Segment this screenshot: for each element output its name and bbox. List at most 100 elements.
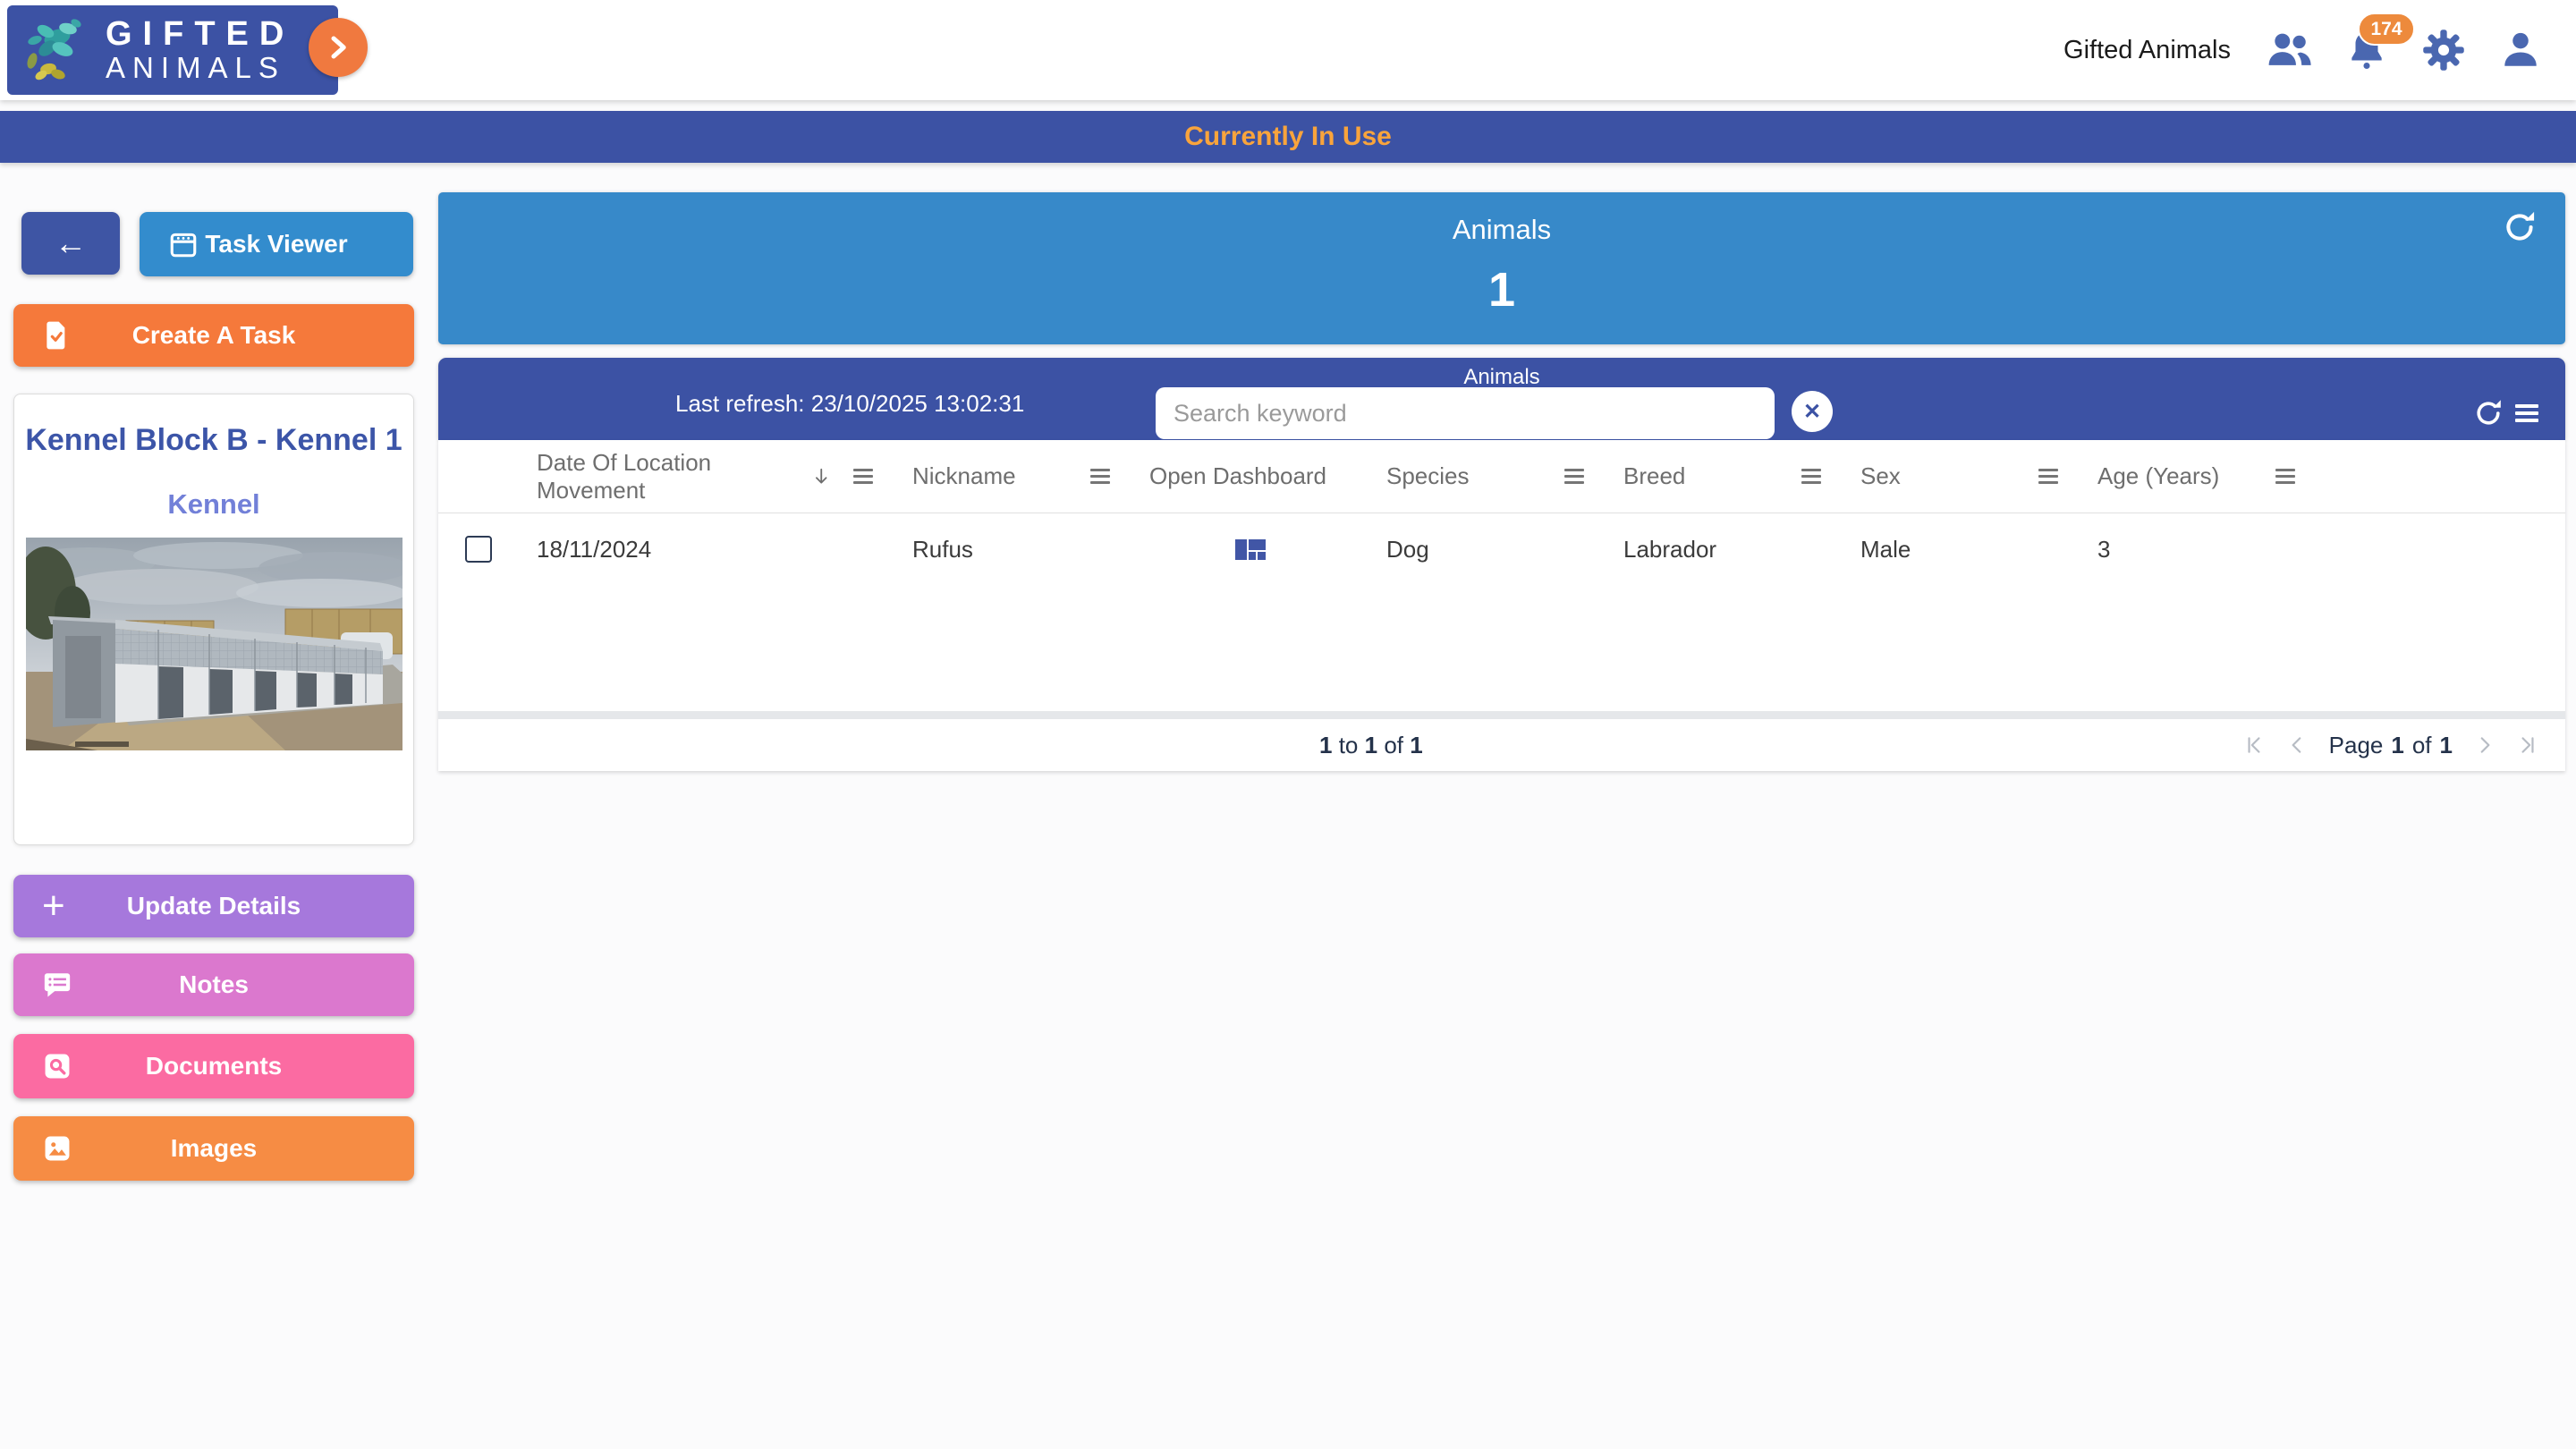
app-logo: GIFTED ANIMALS — [7, 5, 338, 95]
calendar-icon — [168, 229, 199, 259]
grid-refresh-button[interactable] — [2472, 397, 2504, 429]
create-task-label: Create A Task — [132, 321, 296, 350]
column-label: Breed — [1623, 462, 1685, 490]
last-refresh-label: Last refresh: 23/10/2025 13:02:31 — [675, 390, 1024, 418]
settings-gear-icon[interactable] — [2420, 27, 2467, 73]
grid-header-row: Date Of Location Movement Nickname Open … — [438, 440, 2565, 513]
update-details-button[interactable]: + Update Details — [13, 875, 414, 937]
page-total: 1 — [2440, 732, 2453, 759]
people-icon[interactable] — [2267, 27, 2313, 73]
documents-button[interactable]: Documents — [13, 1034, 414, 1098]
horizontal-scrollbar[interactable] — [438, 711, 2565, 719]
grid-toolbar: Animals Last refresh: 23/10/2025 13:02:3… — [438, 358, 2565, 440]
kennel-card-subtitle: Kennel — [14, 488, 413, 521]
column-header-date[interactable]: Date Of Location Movement — [519, 440, 894, 513]
notes-button[interactable]: Notes — [13, 953, 414, 1016]
previous-page-button[interactable] — [2286, 734, 2308, 756]
logo-text-line2: ANIMALS — [106, 53, 294, 84]
sort-desc-icon — [810, 464, 832, 488]
refresh-icon — [2501, 208, 2538, 246]
grid-title: Animals — [438, 365, 2565, 390]
refresh-icon — [2472, 397, 2504, 429]
column-header-species[interactable]: Species — [1368, 440, 1606, 513]
cell-sex: Male — [1843, 513, 2080, 585]
task-document-icon — [42, 319, 71, 352]
page-number: 1 — [2391, 732, 2403, 759]
notes-label: Notes — [179, 970, 249, 999]
cell-nickname: Rufus — [894, 513, 1131, 585]
column-header-age[interactable]: Age (Years) — [2080, 440, 2317, 513]
cell-date: 18/11/2024 — [519, 513, 894, 585]
column-label: Open Dashboard — [1149, 462, 1326, 490]
animals-grid: Date Of Location Movement Nickname Open … — [438, 440, 2565, 771]
last-page-button[interactable] — [2517, 734, 2538, 756]
row-summary: 1 to 1 of 1 — [1319, 732, 1423, 759]
pagination-bar: 1 to 1 of 1 Page 1 of 1 — [438, 721, 2565, 769]
images-button[interactable]: Images — [13, 1116, 414, 1181]
column-menu-icon[interactable] — [1564, 469, 1584, 484]
column-header-nickname[interactable]: Nickname — [894, 440, 1131, 513]
back-arrow-icon: ← — [55, 225, 87, 262]
cell-breed: Labrador — [1606, 513, 1843, 585]
row-checkbox[interactable] — [465, 536, 492, 563]
summary-to-word: to — [1339, 732, 1359, 758]
summary-to: 1 — [1365, 732, 1377, 758]
next-page-button[interactable] — [2474, 734, 2496, 756]
panel-refresh-button[interactable] — [2501, 208, 2538, 249]
notes-chat-icon — [42, 970, 72, 1000]
kennel-card: Kennel Block B - Kennel 1 Kennel — [13, 394, 414, 845]
cell-species: Dog — [1368, 513, 1606, 585]
kennel-photo — [26, 538, 402, 750]
cell-age: 3 — [2080, 513, 2317, 585]
app-header: GIFTED ANIMALS Gifted Animals 174 — [0, 0, 2576, 100]
column-header-open-dashboard[interactable]: Open Dashboard — [1131, 440, 1368, 513]
header-filler-cell — [2317, 440, 2565, 513]
column-label: Age (Years) — [2097, 462, 2219, 490]
summary-from: 1 — [1319, 732, 1332, 758]
first-page-button[interactable] — [2243, 734, 2265, 756]
sidebar-expand-button[interactable] — [309, 18, 368, 77]
create-task-button[interactable]: Create A Task — [13, 304, 414, 367]
animals-panel-title: Animals — [438, 214, 2565, 246]
column-menu-icon[interactable] — [2275, 469, 2295, 484]
page-indicator: Page 1 of 1 — [2329, 732, 2453, 759]
animals-summary-panel: Animals 1 — [438, 192, 2565, 344]
column-menu-icon[interactable] — [2038, 469, 2058, 484]
column-label: Sex — [1860, 462, 1901, 490]
app-name-label: Gifted Animals — [2063, 36, 2231, 65]
clear-search-button[interactable]: ✕ — [1792, 391, 1833, 432]
column-label: Date Of Location Movement — [537, 449, 800, 504]
notifications-bell-icon[interactable]: 174 — [2343, 27, 2390, 73]
document-search-icon — [42, 1051, 72, 1081]
last-page-icon — [2517, 734, 2538, 756]
documents-label: Documents — [146, 1052, 282, 1080]
logo-text-line1: GIFTED — [106, 17, 294, 53]
grid-menu-button[interactable] — [2515, 404, 2538, 422]
summary-total: 1 — [1410, 732, 1422, 758]
page-word: Page — [2329, 732, 2384, 759]
column-menu-icon[interactable] — [853, 469, 873, 484]
search-input[interactable] — [1156, 387, 1775, 439]
header-checkbox-cell — [438, 440, 519, 513]
currently-in-use-banner: Currently In Use — [0, 111, 2576, 163]
open-dashboard-icon[interactable] — [1235, 539, 1266, 560]
task-viewer-label: Task Viewer — [205, 230, 347, 258]
column-header-sex[interactable]: Sex — [1843, 440, 2080, 513]
summary-of-word: of — [1384, 732, 1403, 758]
column-header-breed[interactable]: Breed — [1606, 440, 1843, 513]
task-viewer-button[interactable]: Task Viewer — [140, 212, 413, 276]
animals-count: 1 — [438, 262, 2565, 318]
table-row: 18/11/2024 Rufus Dog Labrador Male 3 — [438, 513, 2565, 585]
hamburger-menu-icon — [2515, 404, 2538, 422]
back-button[interactable]: ← — [21, 212, 120, 275]
chevron-right-icon — [325, 32, 352, 63]
column-menu-icon[interactable] — [1090, 469, 1110, 484]
notification-count-badge: 174 — [2358, 13, 2415, 46]
page-of-word: of — [2412, 732, 2432, 759]
column-menu-icon[interactable] — [1801, 469, 1821, 484]
user-profile-icon[interactable] — [2497, 27, 2544, 73]
column-label: Species — [1386, 462, 1470, 490]
column-label: Nickname — [912, 462, 1016, 490]
image-icon — [42, 1133, 72, 1164]
chevron-right-icon — [2474, 734, 2496, 756]
